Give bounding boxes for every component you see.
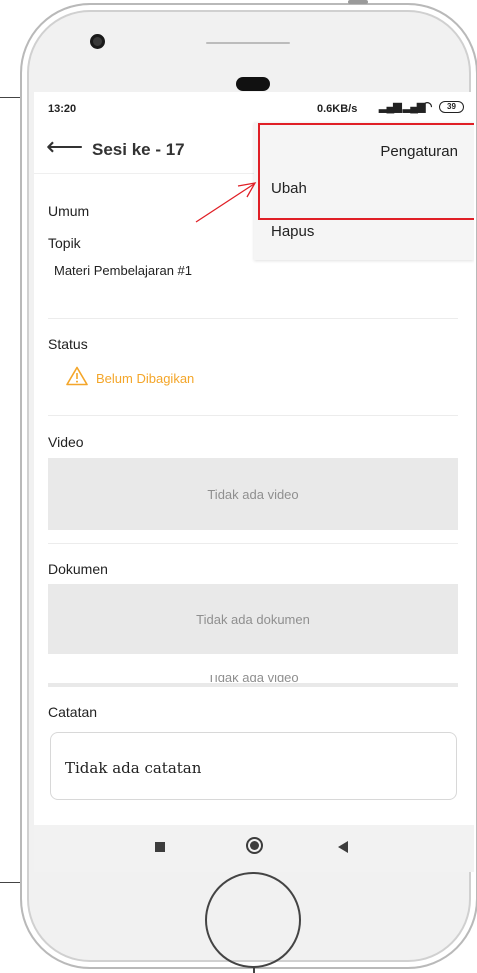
video-empty-box: Tidak ada video (48, 458, 458, 530)
left-margin-tick-bottom (0, 882, 22, 883)
status-bar: 13:20 0.6KB/s ▂▄▆ ▂▄▆ ◠ 39 (34, 92, 474, 118)
wifi-icon: ◠ (422, 99, 433, 113)
home-button[interactable] (205, 872, 301, 968)
divider (48, 318, 458, 319)
status-label: Status (48, 336, 88, 352)
video-empty-cut-text: Tidak ada video (207, 675, 299, 685)
notes-empty-text: Tidak ada catatan (65, 759, 202, 777)
recent-apps-icon[interactable] (155, 842, 165, 852)
home-button-stem (253, 968, 255, 973)
phone-screen: 13:20 0.6KB/s ▂▄▆ ▂▄▆ ◠ 39 ⟵ Sesi ke - 1… (34, 92, 474, 872)
notes-label: Catatan (48, 704, 98, 720)
back-triangle-icon[interactable] (338, 841, 348, 853)
divider (48, 415, 458, 416)
topic-label: Topik (48, 235, 81, 251)
menu-item-delete[interactable]: Hapus (271, 223, 314, 240)
notes-box: Tidak ada catatan (50, 732, 457, 800)
warning-icon (66, 366, 88, 386)
status-time: 13:20 (48, 103, 77, 115)
battery-icon: 39 (439, 101, 464, 113)
highlight-box (258, 123, 474, 220)
left-margin-tick-top (0, 97, 22, 98)
document-label: Dokumen (48, 561, 108, 577)
section-general-heading: Umum (48, 203, 90, 219)
video-empty-cut: Tidak ada video (48, 675, 458, 687)
page-title: Sesi ke - 17 (92, 140, 185, 159)
video-empty-text: Tidak ada video (207, 487, 299, 502)
document-empty-box: Tidak ada dokumen (48, 584, 458, 654)
back-arrow-icon[interactable]: ⟵ (46, 133, 83, 159)
document-empty-text: Tidak ada dokumen (196, 612, 310, 627)
divider (48, 543, 458, 544)
earpiece-speaker (206, 42, 290, 44)
status-network-speed: 0.6KB/s (317, 103, 358, 115)
video-label: Video (48, 434, 84, 450)
signal-icon: ▂▄▆ ▂▄▆ (379, 101, 425, 113)
home-icon[interactable] (246, 837, 263, 854)
front-camera (90, 34, 105, 49)
annotation-arrow-icon (195, 182, 257, 223)
power-button (348, 0, 368, 4)
topic-value: Materi Pembelajaran #1 (54, 263, 193, 278)
navigation-bar (34, 825, 474, 872)
proximity-sensor (236, 77, 270, 91)
status-badge: Belum Dibagikan (96, 371, 195, 386)
